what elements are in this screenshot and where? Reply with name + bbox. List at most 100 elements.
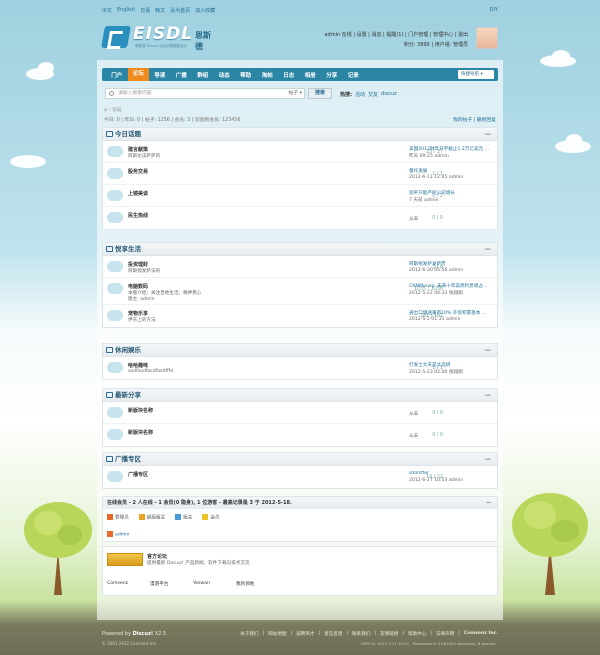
nav-broadcast[interactable]: 广播 (171, 71, 193, 79)
user-links[interactable]: admin 在线 | 设置 | 消息 | 提醒(1) | 门户管理 | 管理中心… (324, 30, 468, 40)
nav-blog[interactable]: 日志 (278, 71, 300, 79)
logo-text: EISDL (133, 24, 194, 44)
top-link-chinese[interactable]: 中文 (102, 7, 112, 14)
discuz-logo[interactable] (107, 553, 143, 566)
forum-row[interactable]: 电脑数码 本版介绍：关注百姓生活，精神民心 版主: admin 1035 / 1036… (103, 278, 497, 305)
section-header[interactable]: 今日话题 — (103, 128, 497, 141)
nav-guide[interactable]: 导读 (149, 71, 171, 79)
search-type-select[interactable]: 帖子 ▾ (288, 89, 302, 98)
nav-feed[interactable]: 动态 (214, 71, 236, 79)
forum-name[interactable]: 电脑数码 (128, 283, 148, 290)
forum-row[interactable]: 新版块名称 0 / 0 从未 (103, 402, 497, 424)
nav-collection[interactable]: 淘帖 (257, 71, 279, 79)
link-item[interactable]: 我的领地 (236, 581, 279, 587)
logo-cn: 恩斯德 (195, 31, 211, 51)
top-link-japanese[interactable]: 日语 (140, 7, 150, 14)
section-header[interactable]: 最新分享 — (103, 389, 497, 402)
forum-name[interactable]: 上镜美谈 (128, 190, 148, 197)
forum-row[interactable]: 宠物乐享 伊东上的方法 161 / 161 通出口增速重有10% 外贸积累基本 ...… (103, 305, 497, 327)
diy-link[interactable]: DIY (490, 7, 498, 13)
section-header[interactable]: 广播专区 — (103, 453, 497, 466)
online-header[interactable]: 在线会员 - 2 人在线 - 1 会员(0 隐身), 1 位游客 - 最高记录是… (103, 497, 497, 509)
discuz-link[interactable]: Discuz! (133, 631, 154, 637)
footer-link[interactable]: 关于我们 (240, 631, 258, 637)
link-item[interactable]: Comsenz (107, 581, 150, 587)
hot-search: 热搜: 活动 交友 discuz (340, 91, 397, 98)
forum-row[interactable]: 建言献策 阿斯达法萨萨的 23 / 27 美国2012财年升字截止1.2万亿美元 ..… (103, 141, 497, 163)
breadcrumb[interactable]: ⌂ › 论坛 (104, 106, 122, 113)
last-post[interactable]: 通出口增速重有10% 外贸积累基本 ... (409, 310, 501, 316)
my-posts-links[interactable]: 我的帖子 | 最新回复 (453, 116, 496, 123)
link-item[interactable]: 漫游平台 (150, 581, 193, 587)
collapse-icon[interactable]: — (485, 128, 492, 141)
collapse-icon[interactable]: — (486, 497, 491, 509)
section-header[interactable]: 悦享生活 — (103, 243, 497, 256)
last-post[interactable]: 阿斯顿发萨发萨芳 (409, 261, 501, 267)
nav-record[interactable]: 记录 (343, 71, 365, 79)
quick-nav-button[interactable]: 快捷导航 ▾ (458, 70, 494, 79)
footer-link[interactable]: 友情链接 (380, 631, 398, 637)
nav-share[interactable]: 分享 (321, 71, 343, 79)
forum-row[interactable]: 新版块名称 0 / 0 从未 (103, 424, 497, 446)
last-post[interactable]: 美国2012财年升字截止1.2万亿美元 ... (409, 146, 501, 152)
search-button[interactable]: 搜索 (308, 88, 332, 99)
forum-name[interactable]: 建言献策 (128, 146, 148, 153)
top-link-favorite[interactable]: 加入收藏 (195, 7, 215, 14)
top-link-english[interactable]: English (117, 7, 135, 14)
site-logo[interactable]: EISDL 恩斯德 恩斯德 Discuz 论坛风格模板设计 (101, 22, 213, 52)
forum-row[interactable]: 哈哈趣味 asdfasdfasdfasdfffd 1 / 1 打发士大夫是丈选绑 201… (103, 357, 497, 379)
forum-row[interactable]: 广播专区 19 / 22 sdafsffer 2012-6-27 10:53 admi… (103, 466, 497, 488)
footer-link[interactable]: 诚聘英才 (296, 631, 314, 637)
online-member[interactable]: admin (107, 531, 129, 538)
footer-link[interactable]: 意见反馈 (324, 631, 342, 637)
collapse-icon[interactable]: — (485, 389, 492, 402)
forum-name[interactable]: 广播专区 (128, 471, 148, 478)
last-post[interactable]: 童托发展 (409, 168, 501, 174)
forum-name[interactable]: 民生热线 (128, 212, 148, 219)
collapse-icon[interactable]: — (485, 344, 492, 357)
footer-link[interactable]: 帮助中心 (408, 631, 426, 637)
nav-portal[interactable]: 门户 (106, 71, 128, 79)
section-broadcast: 广播专区 — 广播专区 19 / 22 sdafsffer 2012-6-27 10:5… (102, 452, 498, 489)
link-item[interactable]: Yeswan (193, 581, 236, 587)
section-header[interactable]: 休闲娱乐 — (103, 344, 497, 357)
forum-row[interactable]: 股务交易 1 / 1 童托发展 2012-6-11 12:45 admin (103, 163, 497, 185)
last-post[interactable]: CNNMoney: 未来十年美债利息增占 ... (409, 283, 501, 289)
footer-link[interactable]: Comsenz Inc. (464, 631, 498, 637)
forum-name[interactable]: 宠物乐享 (128, 310, 148, 317)
nav-group[interactable]: 群组 (192, 71, 214, 79)
link-title[interactable]: 官方论坛 (147, 553, 167, 560)
forum-name[interactable]: 新版块名称 (128, 429, 153, 436)
section-title: 休闲娱乐 (115, 346, 141, 354)
search-icon (109, 91, 114, 96)
forum-name[interactable]: 新版块名称 (128, 407, 153, 414)
forum-name[interactable]: 哈哈趣味 (128, 362, 148, 369)
top-link-korean[interactable]: 韩文 (155, 7, 165, 14)
hot-link-2[interactable]: 交友 (368, 91, 378, 98)
forum-name[interactable]: 股务交易 (128, 168, 148, 175)
avatar[interactable] (476, 27, 498, 49)
board-icon (106, 456, 113, 462)
forum-name[interactable]: 投资理财 (128, 261, 148, 268)
top-link-set-home[interactable]: 设为首页 (170, 7, 190, 14)
forum-row[interactable]: 民生热线 0 / 0 从未 (103, 207, 497, 229)
footer-link[interactable]: 联系我们 (352, 631, 370, 637)
forum-moderator[interactable]: 版主: admin (128, 296, 155, 302)
board-icon (106, 347, 113, 353)
footer-link[interactable]: 网站地图 (268, 631, 286, 637)
nav-album[interactable]: 相册 (300, 71, 322, 79)
footer-link[interactable]: 法律声明 (436, 631, 454, 637)
nav-forum[interactable]: 论坛 (127, 68, 149, 81)
search-input[interactable]: 请输入搜索内容 帖子 ▾ (105, 88, 305, 99)
last-post[interactable]: 打发士大夫是丈选绑 (409, 362, 501, 368)
last-post[interactable]: sdafsffer (409, 471, 501, 476)
forum-row[interactable]: 投资理财 阿斯顿发萨法的 3 / 6 阿斯顿发萨发萨芳 2012-6-30 05:56 … (103, 256, 497, 278)
hot-link-3[interactable]: discuz (381, 91, 397, 98)
collapse-icon[interactable]: — (485, 453, 492, 466)
nav-help[interactable]: 帮助 (235, 71, 257, 79)
section-title: 广播专区 (115, 455, 141, 463)
last-post[interactable]: 润平只能严控公司增长 (409, 190, 501, 196)
collapse-icon[interactable]: — (485, 243, 492, 256)
forum-row[interactable]: 上镜美谈 1 / 2 润平只能严控公司增长 7 天前 admin (103, 185, 497, 207)
hot-link-1[interactable]: 活动 (355, 91, 365, 98)
